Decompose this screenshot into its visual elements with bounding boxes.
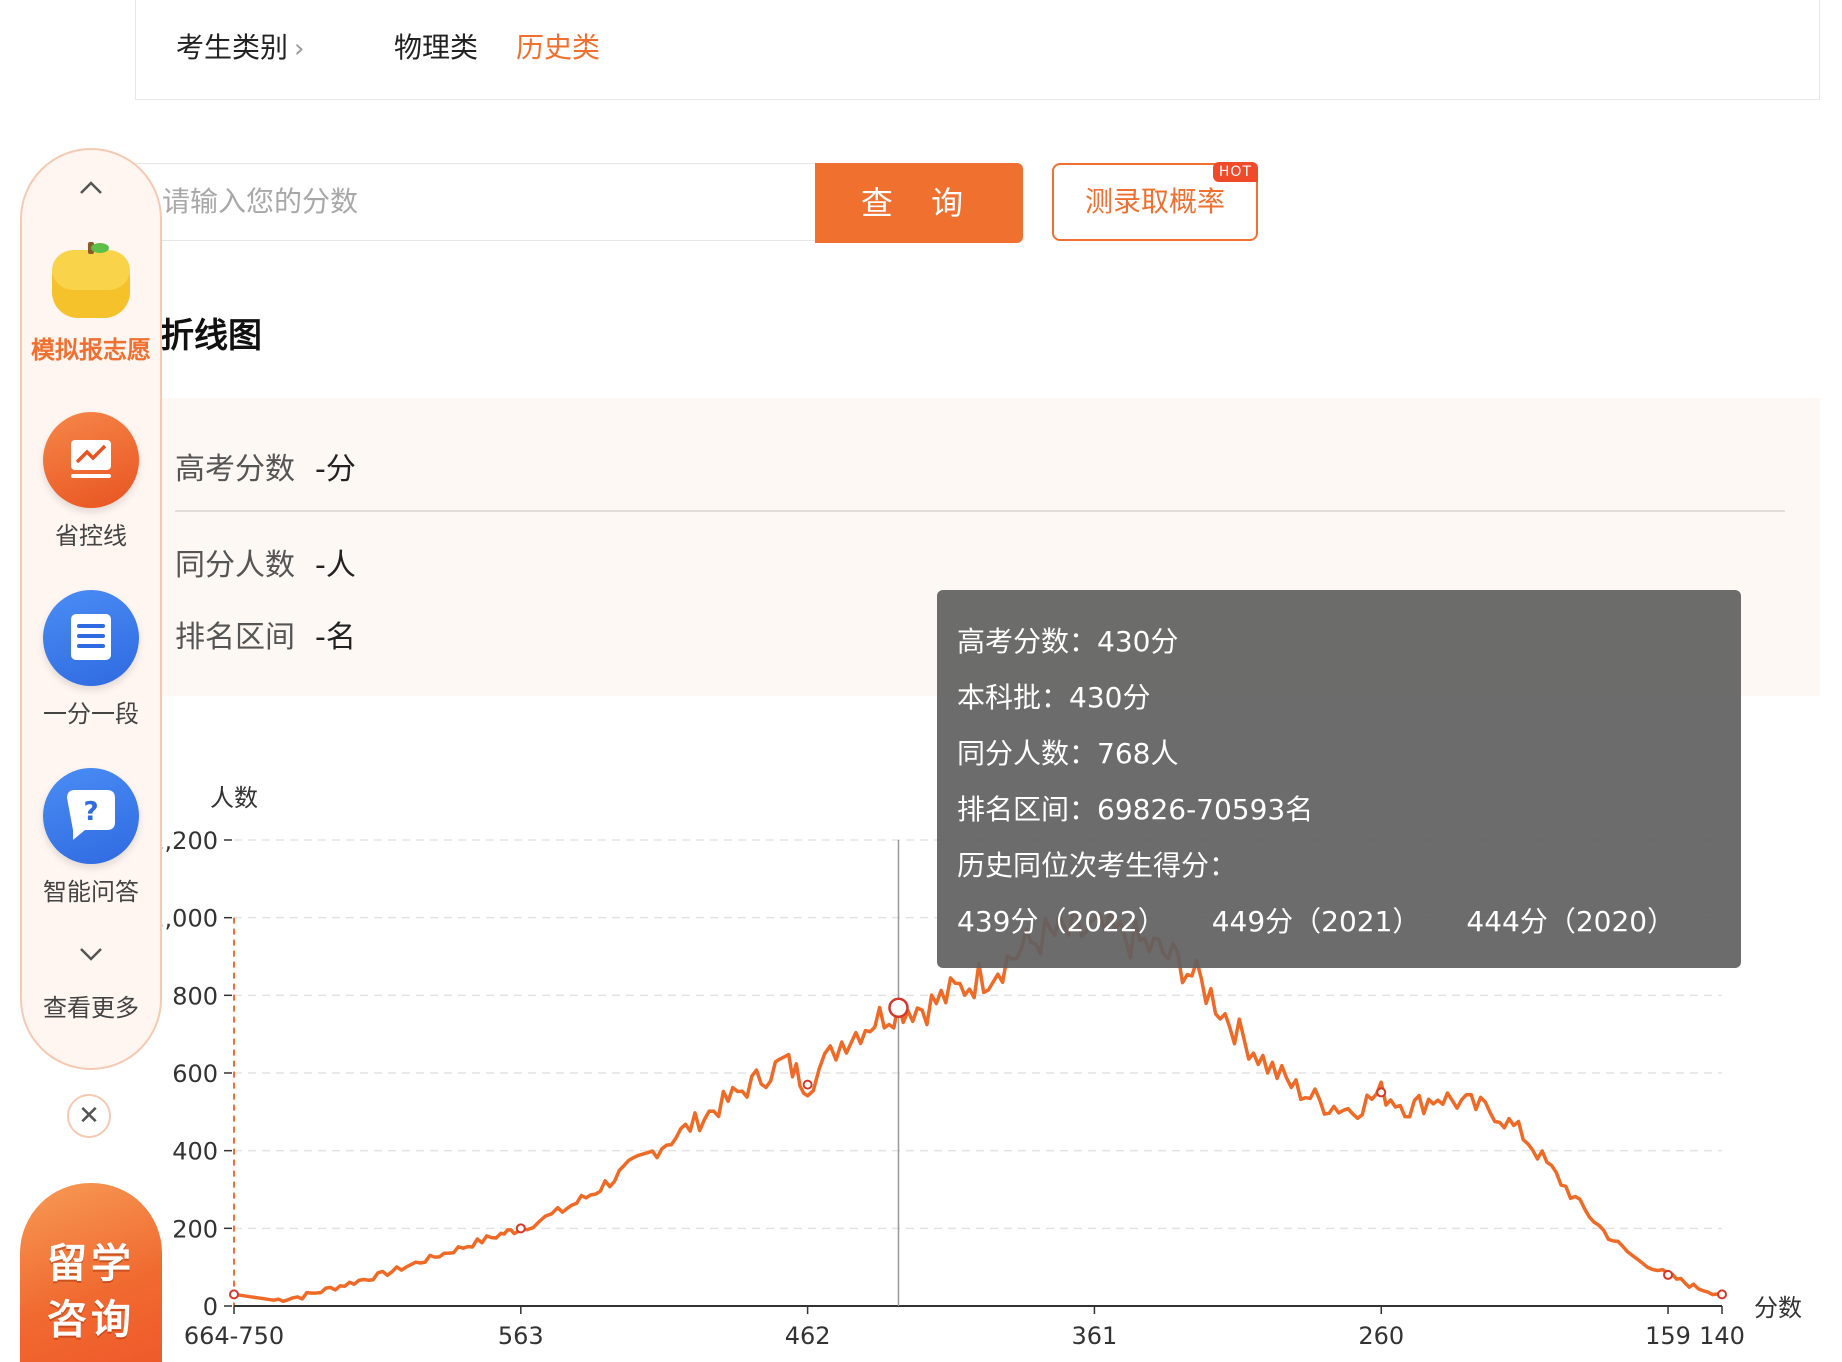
info-rank-label: 排名区间 [175,620,295,655]
tooltip-same: 同分人数：768人 [957,737,1179,770]
score-input-wrapper [135,163,815,241]
sidebar-label-smart-qa: 智能问答 [43,878,139,906]
info-score-value: -分 [315,452,356,487]
tooltip-history-2022: 439分（2022） [957,905,1166,938]
y-tick-label: 400 [172,1138,218,1166]
x-tick-label: 361 [1072,1322,1118,1350]
tooltip-history-2020: 444分（2020） [1466,905,1676,938]
y-tick-label: 800 [172,982,218,1010]
list-document-icon [43,590,139,686]
sidebar-label-score-rank: 一分一段 [43,700,139,728]
close-icon[interactable]: ✕ [67,1094,111,1138]
view-more-link[interactable]: 查看更多 [22,988,160,1023]
svg-text:?: ? [83,797,98,827]
floating-sidebar: 模拟报志愿 省控线 一分一段 ? 智能问答 查看更多 [20,148,162,1070]
x-tick-label: 140 [1699,1322,1745,1350]
chevron-right-icon: › [294,34,305,64]
x-tick-label: 563 [498,1322,544,1350]
y-tick-label: 0 [203,1293,218,1321]
chart-tooltip: 高考分数：430分 本科批：430分 同分人数：768人 排名区间：69826-… [937,590,1741,968]
series-line [233,910,1723,1304]
y-tick-label: 600 [172,1060,218,1088]
chevron-up-icon[interactable] [22,174,160,204]
highlighted-data-point [888,997,909,1019]
tooltip-score: 高考分数：430分 [957,625,1179,658]
option-physics[interactable]: 物理类 [394,26,478,66]
sidebar-item-province-line[interactable]: 省控线 [22,412,160,551]
tooltip-history: 439分（2022） 449分（2021） 444分（2020） [957,900,1721,940]
x-tick-label: 260 [1358,1322,1404,1350]
category-filter-bar: 考生类别 › 物理类 历史类 [135,0,1820,100]
line-chart-icon [43,412,139,508]
study-abroad-consult-card[interactable]: 留学 咨询 [20,1183,162,1362]
hot-badge: HOT [1212,162,1258,182]
question-bubble-icon: ? [43,768,139,864]
query-button[interactable]: 查 询 [815,163,1023,243]
tooltip-history-2021: 449分（2021） [1211,905,1421,938]
orange-fruit-icon [48,242,134,322]
admission-probability-button[interactable]: 测录取概率 HOT [1052,162,1258,241]
sidebar-item-score-rank[interactable]: 一分一段 [22,590,160,729]
info-same-label: 同分人数 [175,548,295,583]
y-axis-label: 人数 [210,784,258,812]
admission-probability-label: 测录取概率 [1084,185,1225,218]
info-score-row: 高考分数 -分 [175,444,356,488]
section-title: 折线图 [160,316,262,356]
sidebar-label-province-line: 省控线 [55,522,127,550]
study-card-line1: 留学 [47,1241,135,1287]
info-same-value: -人 [315,548,356,583]
tooltip-rank: 排名区间：69826-70593名 [957,793,1314,826]
x-tick-label: 159 [1645,1322,1691,1350]
y-tick-label: 200 [172,1215,218,1243]
data-point-marker [802,1079,813,1090]
score-input[interactable] [160,184,795,219]
info-same-row: 同分人数 -人 [175,540,356,584]
data-point-marker [515,1223,526,1234]
tooltip-history-title: 历史同位次考生得分： [957,849,1238,882]
option-history[interactable]: 历史类 [516,26,600,66]
info-score-label: 高考分数 [175,452,295,487]
tooltip-batch: 本科批：430分 [957,681,1151,714]
info-divider [175,510,1785,512]
info-rank-row: 排名区间 -名 [175,612,356,656]
data-point-marker [1376,1087,1387,1098]
sidebar-label-mock-application: 模拟报志愿 [31,336,151,364]
chevron-down-icon[interactable] [22,940,160,970]
sidebar-item-mock-application[interactable]: 模拟报志愿 [22,242,160,365]
x-tick-label: 664-750 [184,1322,284,1350]
data-point-marker [1663,1269,1674,1280]
data-point-marker [229,1289,239,1300]
x-axis-label: 分数 [1754,1294,1802,1322]
study-card-line2: 咨询 [47,1297,135,1343]
x-tick-label: 462 [785,1322,831,1350]
sidebar-item-smart-qa[interactable]: ? 智能问答 [22,768,160,907]
info-rank-value: -名 [315,620,356,655]
category-filter-label: 考生类别 › [176,26,304,66]
data-point-marker [1717,1289,1727,1300]
category-label-text: 考生类别 [176,31,289,64]
